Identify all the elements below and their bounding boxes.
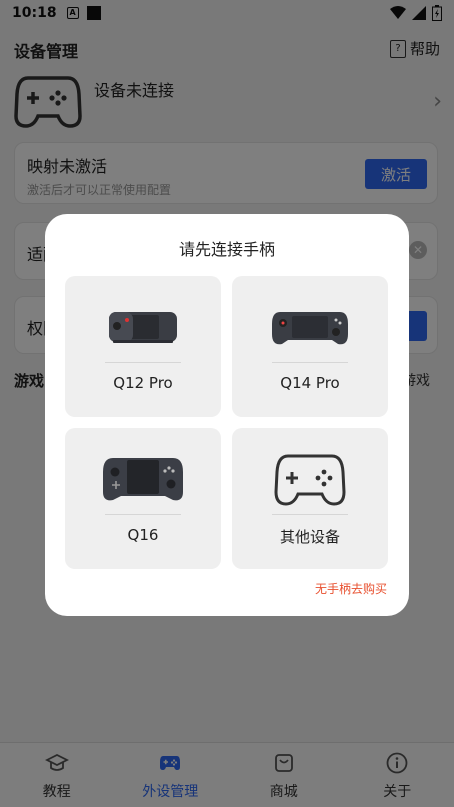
q14-pro-label: Q14 Pro bbox=[280, 374, 340, 392]
tile-divider bbox=[105, 514, 181, 515]
q12-pro-label: Q12 Pro bbox=[113, 374, 173, 392]
controller-option-q16[interactable]: Q16 bbox=[65, 428, 221, 569]
buy-controller-link[interactable]: 无手柄去购买 bbox=[315, 580, 387, 597]
gamepad-outline-icon bbox=[274, 454, 346, 506]
tile-divider bbox=[272, 514, 348, 515]
dialog-title: 请先连接手柄 bbox=[178, 240, 275, 259]
q16-label: Q16 bbox=[127, 526, 159, 544]
controller-option-q14-pro[interactable]: Q14 Pro bbox=[232, 276, 388, 417]
tile-divider bbox=[272, 362, 348, 363]
q16-controller-image bbox=[103, 458, 183, 501]
q14-pro-controller-image bbox=[272, 312, 348, 345]
controller-option-other[interactable]: 其他设备 bbox=[232, 428, 388, 569]
controller-option-q12-pro[interactable]: Q12 Pro bbox=[65, 276, 221, 417]
q12-pro-controller-image bbox=[109, 312, 177, 343]
connect-controller-dialog: 请先连接手柄 Q12 Pro Q14 Pro Q16 其他设备 无手柄去购买 bbox=[45, 214, 409, 616]
tile-divider bbox=[105, 362, 181, 363]
other-device-label: 其他设备 bbox=[279, 528, 340, 546]
